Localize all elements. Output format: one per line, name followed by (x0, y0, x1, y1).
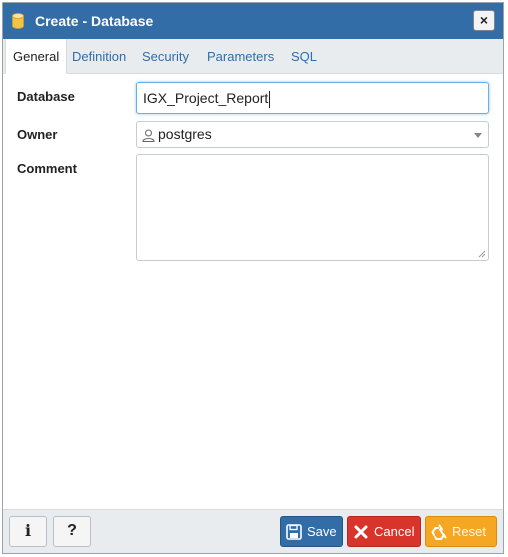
recycle-icon (431, 524, 447, 540)
chevron-down-icon (474, 133, 482, 138)
owner-value: postgres (158, 126, 212, 142)
database-name-value: IGX_Project_Report (143, 90, 269, 106)
help-button[interactable]: ? (53, 516, 91, 547)
dialog-footer: i ? Save Cancel Reset (3, 509, 503, 553)
close-button[interactable]: × (473, 10, 495, 31)
create-database-dialog: Create - Database × General Definition S… (2, 2, 504, 554)
database-label: Database (17, 89, 75, 104)
user-icon (142, 129, 155, 142)
floppy-disk-icon (286, 524, 302, 540)
tab-bar: General Definition Security Parameters S… (3, 39, 503, 74)
resize-grip-icon[interactable] (478, 250, 486, 258)
cancel-label: Cancel (374, 524, 415, 539)
owner-select[interactable]: postgres (136, 121, 489, 148)
tab-sql[interactable]: SQL (284, 39, 324, 74)
save-button[interactable]: Save (280, 516, 343, 547)
tab-parameters[interactable]: Parameters (200, 39, 281, 74)
reset-button[interactable]: Reset (425, 516, 497, 547)
tab-general[interactable]: General (5, 39, 68, 74)
dialog-titlebar[interactable]: Create - Database × (3, 3, 503, 39)
dialog-title: Create - Database (35, 13, 154, 29)
save-label: Save (307, 524, 337, 539)
tab-security[interactable]: Security (135, 39, 196, 74)
database-icon (12, 13, 24, 29)
tab-definition[interactable]: Definition (65, 39, 133, 74)
close-x-icon (354, 525, 368, 539)
cancel-button[interactable]: Cancel (347, 516, 421, 547)
close-icon: × (479, 12, 489, 28)
database-name-input[interactable]: IGX_Project_Report (136, 82, 489, 114)
info-icon: i (24, 521, 32, 540)
owner-label: Owner (17, 127, 58, 142)
text-caret (269, 90, 271, 108)
comment-textarea[interactable] (136, 154, 489, 261)
info-button[interactable]: i (9, 516, 47, 547)
reset-label: Reset (452, 524, 486, 539)
help-icon: ? (67, 522, 77, 539)
comment-label: Comment (17, 161, 77, 176)
